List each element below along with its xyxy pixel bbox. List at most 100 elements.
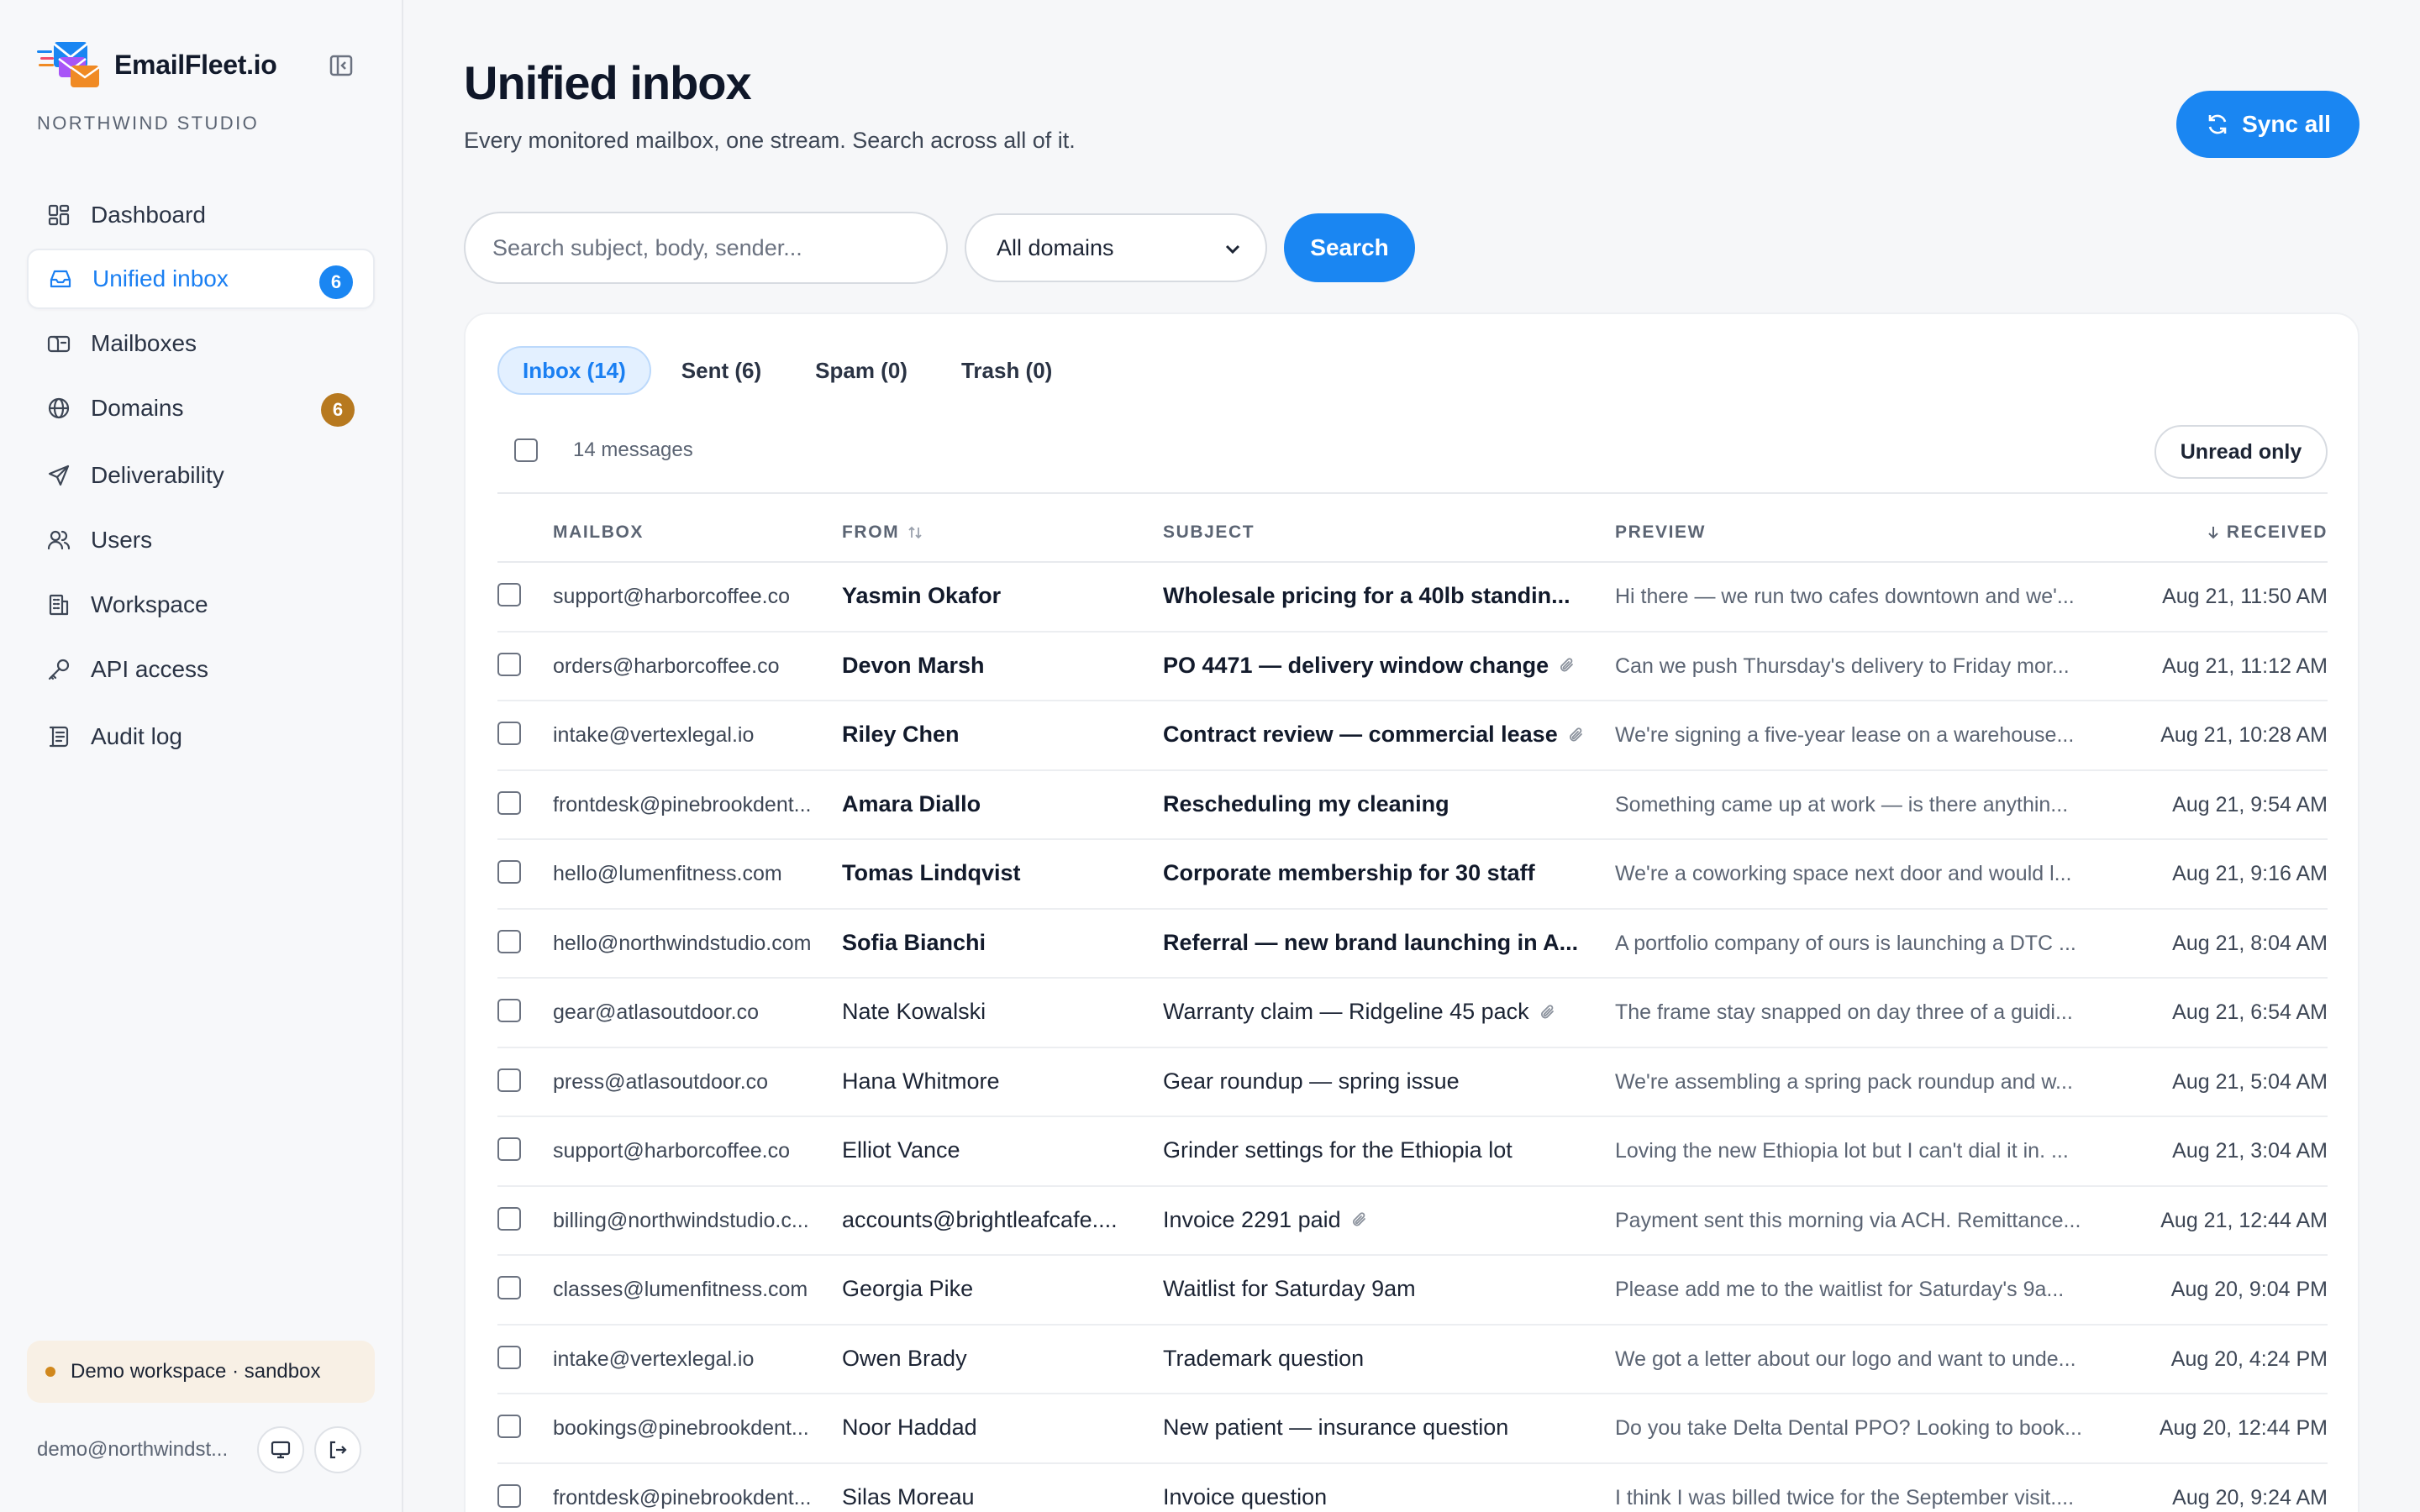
row-mailbox: bookings@pinebrookdent... xyxy=(553,1416,809,1440)
row-subject-text: Invoice 2291 paid xyxy=(1163,1206,1341,1232)
collapse-sidebar-button[interactable] xyxy=(328,52,355,79)
sidebar-item-dashboard[interactable]: Dashboard xyxy=(27,185,375,245)
table-row[interactable]: intake@vertexlegal.io Riley Chen Contract … xyxy=(497,701,2328,771)
row-subject-text: Grinder settings for the Ethiopia lot xyxy=(1163,1137,1512,1163)
table-row[interactable]: support@harborcoffee.co Elliot Vance Grind… xyxy=(497,1117,2328,1187)
tab-inbox[interactable]: Inbox (14) xyxy=(497,346,651,395)
sync-all-label: Sync all xyxy=(2242,111,2331,137)
row-sender: Yasmin Okafor xyxy=(842,583,1002,608)
monitor-icon xyxy=(271,1441,291,1459)
brand-name: EmailFleet.io xyxy=(114,49,277,80)
sign-out-button[interactable] xyxy=(314,1426,361,1473)
tab-sent[interactable]: Sent (6) xyxy=(658,346,785,395)
brand[interactable]: EmailFleet.io xyxy=(37,39,277,91)
sidebar-item-domains[interactable]: Domains 6 xyxy=(27,378,375,438)
sync-all-button[interactable]: Sync all xyxy=(2176,91,2360,158)
row-checkbox[interactable] xyxy=(497,1068,521,1092)
row-checkbox[interactable] xyxy=(497,1206,521,1231)
row-preview: We're assembling a spring pack roundup a… xyxy=(1615,1069,2073,1094)
inbox-icon xyxy=(47,265,74,292)
row-received: Aug 21, 11:12 AM xyxy=(2162,654,2328,678)
sidebar-item-mailboxes[interactable]: Mailboxes xyxy=(27,313,375,374)
row-subject: New patient — insurance question xyxy=(1163,1415,1597,1441)
row-subject: Referral — new brand launching in A... xyxy=(1163,930,1597,956)
table-row[interactable]: classes@lumenfitness.com Georgia Pike Wait… xyxy=(497,1256,2328,1326)
display-settings-button[interactable] xyxy=(257,1426,304,1473)
tab-trash[interactable]: Trash (0) xyxy=(938,346,1076,395)
table-row[interactable]: intake@vertexlegal.io Owen Brady Trademark… xyxy=(497,1326,2328,1394)
sidebar-item-users[interactable]: Users xyxy=(27,510,375,570)
row-checkbox[interactable] xyxy=(497,722,521,745)
table-row[interactable]: frontdesk@pinebrookdent... Amara Diallo Re… xyxy=(497,771,2328,840)
table-row[interactable]: hello@lumenfitness.com Tomas Lindqvist Cor… xyxy=(497,840,2328,910)
row-checkbox[interactable] xyxy=(497,790,521,815)
building-icon xyxy=(45,591,72,618)
row-sender: Georgia Pike xyxy=(842,1276,974,1301)
table-row[interactable]: press@atlasoutdoor.co Hana Whitmore Gear r… xyxy=(497,1048,2328,1117)
search-input[interactable] xyxy=(464,212,948,284)
send-icon xyxy=(45,462,72,489)
row-preview: A portfolio company of ours is launching… xyxy=(1615,931,2076,955)
row-subject: Warranty claim — Ridgeline 45 pack xyxy=(1163,999,1597,1025)
row-checkbox[interactable] xyxy=(497,999,521,1022)
column-subject[interactable]: SUBJECT xyxy=(1163,522,1255,543)
page-subtitle: Every monitored mailbox, one stream. Sea… xyxy=(464,128,1076,153)
sidebar-item-unified-inbox[interactable]: Unified inbox 6 xyxy=(27,249,375,309)
row-received: Aug 20, 9:04 PM xyxy=(2170,1278,2328,1301)
row-sender: Sofia Bianchi xyxy=(842,929,986,955)
row-checkbox[interactable] xyxy=(497,583,521,606)
row-received: Aug 21, 8:04 AM xyxy=(2172,931,2328,955)
sidebar-item-label: Users xyxy=(91,527,153,553)
search-button[interactable]: Search xyxy=(1284,213,1415,282)
column-preview[interactable]: PREVIEW xyxy=(1615,522,1706,543)
row-checkbox[interactable] xyxy=(497,929,521,953)
column-from[interactable]: FROM xyxy=(842,522,924,543)
row-sender: Elliot Vance xyxy=(842,1137,960,1163)
table-row[interactable]: hello@northwindstudio.com Sofia Bianchi Re… xyxy=(497,910,2328,979)
column-mailbox[interactable]: MAILBOX xyxy=(553,522,644,543)
row-checkbox[interactable] xyxy=(497,1415,521,1438)
logout-icon xyxy=(329,1441,347,1459)
sidebar-item-workspace[interactable]: Workspace xyxy=(27,575,375,635)
row-subject: Wholesale pricing for a 40lb standin... xyxy=(1163,583,1597,609)
row-received: Aug 21, 3:04 AM xyxy=(2172,1139,2328,1163)
row-mailbox: intake@vertexlegal.io xyxy=(553,1347,755,1371)
sidebar-item-api-access[interactable]: API access xyxy=(27,639,375,700)
table-row[interactable]: gear@atlasoutdoor.co Nate Kowalski Warrant… xyxy=(497,979,2328,1048)
column-received[interactable]: RECEIVED xyxy=(2205,522,2328,543)
row-preview: Hi there — we run two cafes downtown and… xyxy=(1615,585,2075,608)
demo-workspace-badge: Demo workspace · sandbox xyxy=(27,1341,375,1403)
table-row[interactable]: billing@northwindstudio.c... accounts@bri… xyxy=(497,1187,2328,1256)
row-checkbox[interactable] xyxy=(497,1345,521,1369)
sidebar-item-audit-log[interactable]: Audit log xyxy=(27,706,375,767)
sidebar-item-deliverability[interactable]: Deliverability xyxy=(27,445,375,506)
table-row[interactable]: orders@harborcoffee.co Devon Marsh PO 4471… xyxy=(497,633,2328,701)
table-row[interactable]: support@harborcoffee.co Yasmin Okafor Whol… xyxy=(497,563,2328,633)
row-subject: Corporate membership for 30 staff xyxy=(1163,860,1597,886)
row-received: Aug 21, 6:54 AM xyxy=(2172,1000,2328,1024)
unread-only-toggle[interactable]: Unread only xyxy=(2154,425,2328,479)
sidebar-item-label: Audit log xyxy=(91,723,182,749)
table-row[interactable]: bookings@pinebrookdent... Noor Haddad New … xyxy=(497,1394,2328,1464)
row-checkbox[interactable] xyxy=(497,860,521,884)
folder-tabs: Inbox (14) Sent (6) Spam (0) Trash (0) xyxy=(497,346,1082,395)
table-row[interactable]: frontdesk@pinebrookdent... Silas Moreau In… xyxy=(497,1464,2328,1512)
row-checkbox[interactable] xyxy=(497,652,521,676)
row-preview: The frame stay snapped on day three of a… xyxy=(1615,1000,2073,1024)
messages-card: Inbox (14) Sent (6) Spam (0) Trash (0) 14 m… xyxy=(464,312,2360,1512)
row-checkbox[interactable] xyxy=(497,1483,521,1508)
row-subject: Rescheduling my cleaning xyxy=(1163,791,1597,817)
column-received-label: RECEIVED xyxy=(2226,522,2328,542)
row-preview: We're a coworking space next door and wo… xyxy=(1615,862,2072,885)
row-preview: I think I was billed twice for the Septe… xyxy=(1615,1485,2075,1509)
row-checkbox[interactable] xyxy=(497,1137,521,1161)
sidebar-item-label: Dashboard xyxy=(91,202,206,228)
row-checkbox[interactable] xyxy=(497,1276,521,1299)
tab-spam[interactable]: Spam (0) xyxy=(792,346,931,395)
row-mailbox: frontdesk@pinebrookdent... xyxy=(553,1485,812,1509)
row-sender: Amara Diallo xyxy=(842,790,981,816)
sidebar-item-label: Deliverability xyxy=(91,462,224,488)
domain-select[interactable]: All domains xyxy=(965,213,1267,282)
select-all-checkbox[interactable] xyxy=(514,438,538,462)
paperclip-icon xyxy=(1540,1004,1554,1018)
